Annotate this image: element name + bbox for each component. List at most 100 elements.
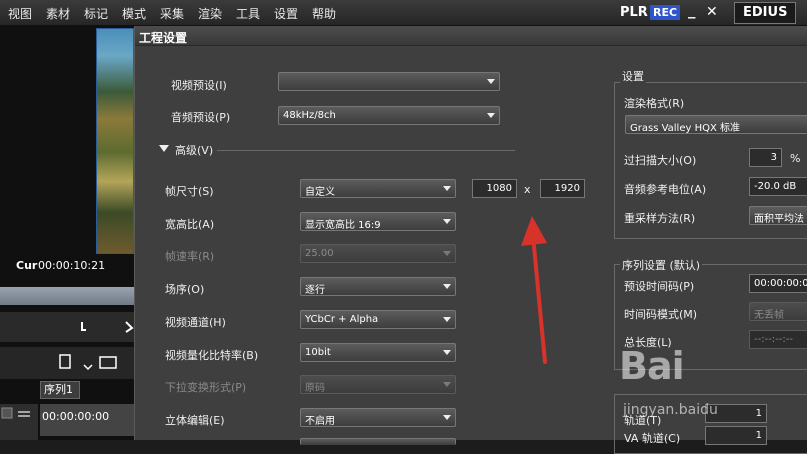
audio-ref-field[interactable]: -20.0 dB	[749, 177, 807, 196]
tc-mode-value: 无丢帧	[754, 310, 784, 321]
menu-capture[interactable]: 采集	[160, 5, 184, 22]
sequence-group-title: 序列设置 (默认)	[620, 257, 703, 273]
project-settings-dialog: 工程设置 视频预设(I) 音频预设(P) 48kHz/8ch 高级(V) 帧尺寸…	[134, 26, 807, 454]
overscan-label: 过扫描大小(O)	[624, 154, 697, 167]
field-order-label: 场序(O)	[165, 283, 205, 296]
fps-value: 25.00	[305, 248, 334, 259]
pulldown-label: 下拉变换形式(P)	[165, 381, 247, 394]
pulldown-dropdown: 原码	[300, 375, 456, 394]
video-channel-label: 视频通道(H)	[165, 316, 226, 329]
track-timecode: 00:00:00:00	[40, 404, 134, 436]
va-track-label: VA 轨道(C)	[624, 432, 681, 445]
menu-view[interactable]: 视图	[8, 5, 32, 22]
stereo-label: 立体编辑(E)	[165, 414, 225, 427]
resample-dropdown[interactable]: 面积平均法	[749, 206, 807, 225]
preset-tc-label: 预设时间码(P)	[624, 280, 695, 293]
aspect-dropdown[interactable]: 显示宽高比 16:9	[300, 212, 456, 231]
fps-dropdown: 25.00	[300, 244, 456, 263]
video-preset-label: 视频预设(I)	[171, 79, 227, 92]
chevron-down-icon	[443, 251, 451, 256]
watermark-url: jingyan.baidu	[623, 402, 718, 418]
next-dropdown-edge	[300, 438, 456, 445]
timeline-toolbar	[0, 312, 134, 342]
chevron-down-icon	[443, 415, 451, 420]
va-track-field[interactable]: 1	[705, 426, 767, 445]
resample-value: 面积平均法	[754, 214, 804, 225]
audio-ref-label: 音频参考电位(A)	[624, 183, 707, 196]
frame-size-value: 自定义	[305, 187, 335, 198]
minimize-button[interactable]: _	[688, 1, 696, 19]
preview-image	[96, 28, 134, 254]
dialog-titlebar: 工程设置	[135, 26, 807, 46]
video-preset-dropdown[interactable]	[278, 72, 500, 91]
menu-settings[interactable]: 设置	[274, 5, 298, 22]
settings-group-title: 设置	[620, 68, 646, 84]
plr-label: PLR	[620, 5, 648, 20]
frame-width-field[interactable]: 1080	[472, 179, 517, 198]
close-button[interactable]: ✕	[706, 4, 718, 20]
menu-mode[interactable]: 模式	[122, 5, 146, 22]
chevron-down-icon	[443, 317, 451, 322]
field-order-value: 逐行	[305, 285, 325, 296]
track-toolbar	[0, 347, 134, 379]
fps-label: 帧速率(R)	[165, 250, 215, 263]
track-icons	[1, 407, 30, 419]
current-timecode: 00:00:10:21	[38, 259, 106, 272]
chevron-down-icon	[443, 350, 451, 355]
track-header-buttons[interactable]	[0, 404, 38, 440]
new-sequence-icon[interactable]	[0, 347, 134, 379]
chevron-down-icon	[443, 284, 451, 289]
aspect-value: 显示宽高比 16:9	[305, 220, 381, 231]
rec-badge: REC	[650, 5, 680, 20]
render-format-value: Grass Valley HQX 标准	[630, 123, 741, 134]
menu-marker[interactable]: 标记	[84, 5, 108, 22]
menu-render[interactable]: 渲染	[198, 5, 222, 22]
menu-clip[interactable]: 素材	[46, 5, 70, 22]
bit-depth-value: 10bit	[305, 347, 331, 358]
field-order-dropdown[interactable]: 逐行	[300, 277, 456, 296]
frame-size-dropdown[interactable]: 自定义	[300, 179, 456, 198]
menubar: 视图 素材 标记 模式 采集 渲染 工具 设置 帮助 PLR REC _ ✕ E…	[0, 0, 807, 26]
scrub-bar[interactable]	[0, 287, 134, 305]
menu-tools[interactable]: 工具	[236, 5, 260, 22]
frame-size-label: 帧尺寸(S)	[165, 185, 214, 198]
aspect-label: 宽高比(A)	[165, 218, 215, 231]
dialog-title: 工程设置	[139, 31, 188, 45]
pulldown-value: 原码	[305, 383, 325, 394]
resample-label: 重采样方法(R)	[624, 212, 696, 225]
tc-mode-dropdown: 无丢帧	[749, 302, 807, 321]
chevron-down-icon	[443, 186, 451, 191]
collapse-triangle-icon[interactable]	[159, 145, 169, 153]
render-format-dropdown[interactable]: Grass Valley HQX 标准	[625, 115, 807, 134]
watermark-logo: Bai	[619, 344, 685, 388]
frame-height-field[interactable]: 1920	[540, 179, 585, 198]
chevron-down-icon	[443, 219, 451, 224]
app-logo: EDIUS	[734, 2, 797, 24]
annotation-arrow-icon	[521, 216, 547, 364]
chevron-down-icon	[443, 382, 451, 387]
cur-label: Cur	[16, 259, 38, 272]
video-channel-value: YCbCr + Alpha	[305, 314, 379, 325]
render-format-label: 渲染格式(R)	[624, 97, 685, 110]
sequence-tab[interactable]: 序列1	[40, 381, 80, 399]
menu-help[interactable]: 帮助	[312, 5, 336, 22]
video-channel-dropdown[interactable]: YCbCr + Alpha	[300, 310, 456, 329]
overscan-field[interactable]: 3	[749, 148, 782, 167]
chevron-down-icon	[487, 113, 495, 118]
frame-size-x: x	[524, 183, 531, 196]
overscan-unit: %	[790, 152, 801, 165]
timeline-tool-icons	[81, 321, 134, 333]
preset-tc-field[interactable]: 00:00:00:00	[749, 274, 807, 293]
advanced-divider	[217, 150, 515, 151]
stereo-value: 不启用	[305, 416, 335, 427]
tc-mode-label: 时间码模式(M)	[624, 308, 698, 321]
bit-depth-label: 视频量化比特率(B)	[165, 349, 259, 362]
audio-preset-value: 48kHz/8ch	[283, 110, 336, 121]
stereo-dropdown[interactable]: 不启用	[300, 408, 456, 427]
advanced-label[interactable]: 高级(V)	[175, 142, 213, 158]
audio-preset-dropdown[interactable]: 48kHz/8ch	[278, 106, 500, 125]
total-length-field: --:--:--:--	[749, 330, 807, 349]
audio-preset-label: 音频预设(P)	[171, 111, 231, 124]
bit-depth-dropdown[interactable]: 10bit	[300, 343, 456, 362]
chevron-down-icon	[487, 79, 495, 84]
